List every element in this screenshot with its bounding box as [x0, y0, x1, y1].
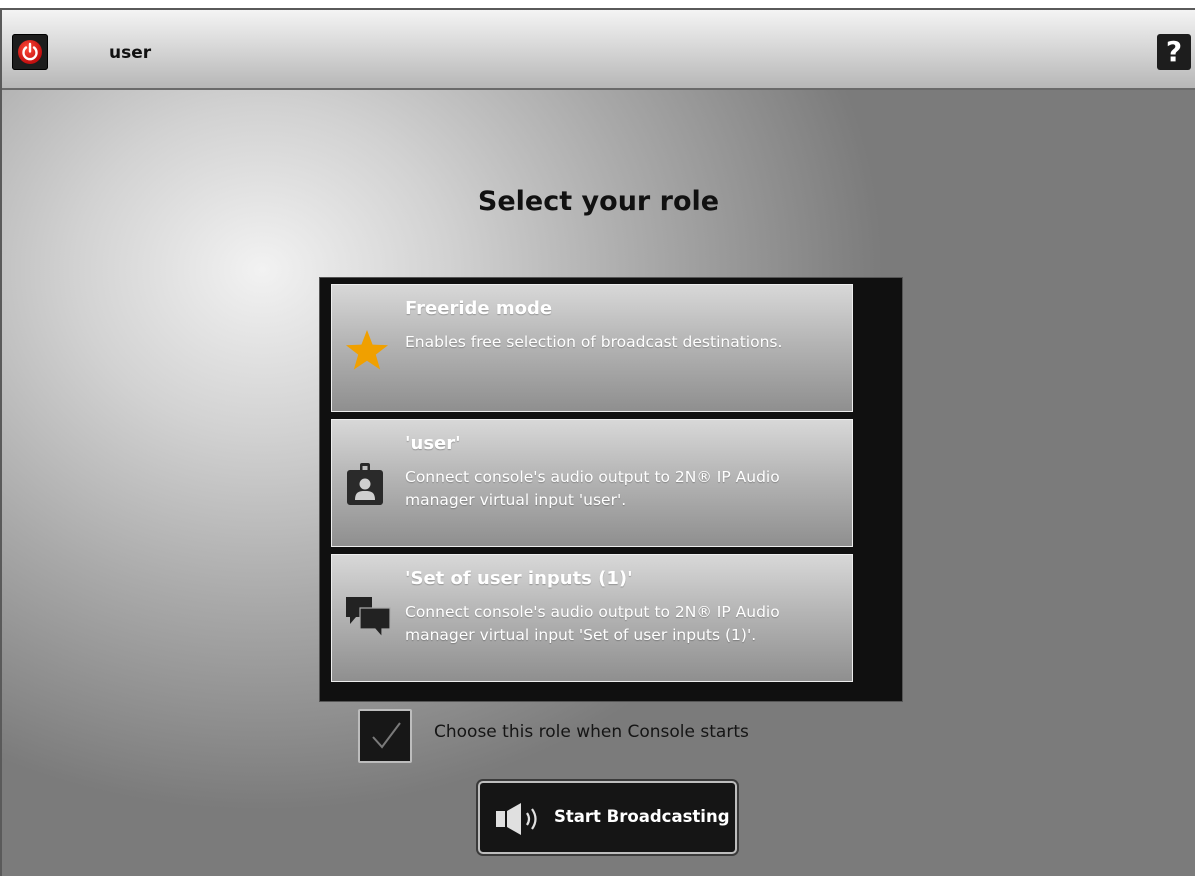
role-description: Connect console's audio output to 2N® IP… — [405, 468, 780, 509]
star-icon — [346, 330, 388, 370]
checkmark-icon — [372, 722, 401, 749]
role-option-freeride[interactable]: Freeride mode Enables free selection of … — [331, 284, 853, 412]
start-broadcasting-button[interactable]: Start Broadcasting — [478, 781, 737, 854]
role-name: Freeride mode — [405, 298, 553, 319]
remember-role-checkbox[interactable] — [358, 709, 412, 763]
help-button[interactable]: ? — [1157, 34, 1191, 70]
start-broadcasting-label: Start Broadcasting — [554, 807, 730, 826]
role-option-user[interactable]: 'user' Connect console's audio output to… — [331, 419, 853, 547]
chat-bubbles-icon — [346, 597, 391, 639]
help-icon: ? — [1165, 35, 1183, 68]
role-option-set-of-user-inputs[interactable]: 'Set of user inputs (1)' Connect console… — [331, 554, 853, 682]
role-description: Connect console's audio output to 2N® IP… — [405, 603, 780, 644]
page-title: Select your role — [477, 186, 720, 217]
remember-role-label: Choose this role when Console starts — [434, 722, 749, 742]
role-list: Freeride mode Enables free selection of … — [319, 277, 903, 702]
power-icon — [22, 42, 38, 61]
role-description: Enables free selection of broadcast dest… — [405, 333, 783, 351]
user-badge-icon — [347, 463, 383, 505]
top-bar: user ? — [2, 10, 1195, 90]
speaker-icon — [496, 803, 537, 835]
role-name: 'Set of user inputs (1)' — [405, 568, 633, 589]
app-window: user ? Select your role Freeride mode En… — [0, 8, 1195, 876]
power-button[interactable] — [12, 34, 48, 70]
current-user-label: user — [109, 43, 152, 63]
role-name: 'user' — [405, 433, 461, 454]
